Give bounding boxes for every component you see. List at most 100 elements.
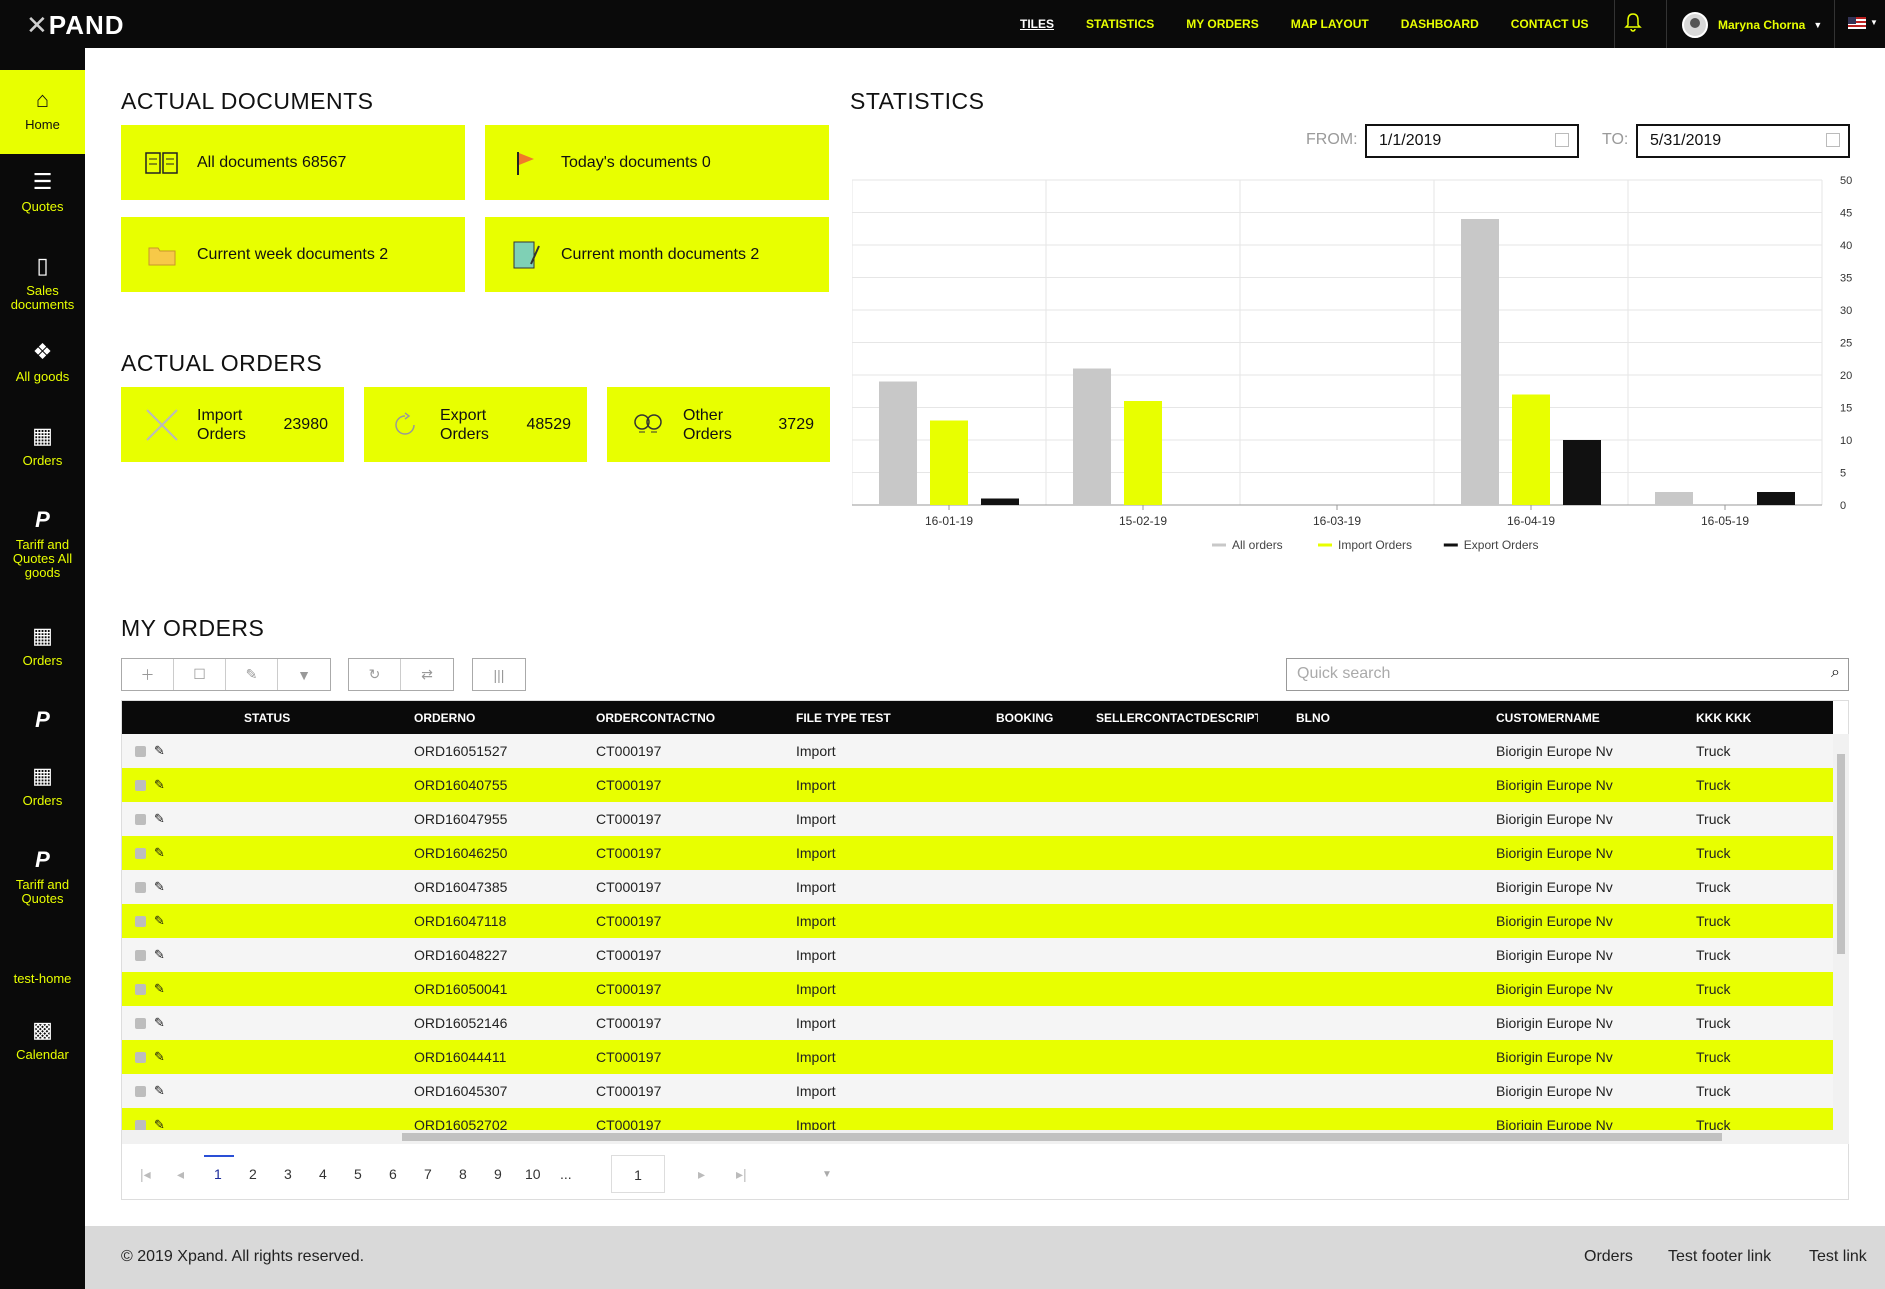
- user-menu[interactable]: Maryna Chorna ▼: [1682, 12, 1822, 38]
- table-row[interactable]: ✎ ORD16052702 CT000197 Import Biorigin Europ…: [122, 1108, 1833, 1130]
- footer-link-test-footer[interactable]: Test footer link: [1668, 1248, 1771, 1266]
- vertical-scrollbar[interactable]: [1833, 734, 1849, 1130]
- sidebar-item-test-home[interactable]: test-home: [0, 972, 85, 986]
- sidebar-item-calendar[interactable]: ▩ Calendar: [0, 1018, 85, 1062]
- quick-search-input[interactable]: Quick search ⌕: [1286, 658, 1849, 691]
- table-row[interactable]: ✎ ORD16044411 CT000197 Import Biorigin Europ…: [122, 1040, 1833, 1074]
- tile-export-orders[interactable]: Export Orders 48529: [364, 387, 587, 462]
- col-sellercontactdescription[interactable]: SELLERCONTACTDESCRIPTIC: [1096, 711, 1258, 725]
- col-ordercontactno[interactable]: ORDERCONTACTNO: [596, 711, 715, 725]
- row-checkbox[interactable]: [135, 848, 146, 859]
- row-checkbox[interactable]: [135, 1052, 146, 1063]
- table-row[interactable]: ✎ ORD16045307 CT000197 Import Biorigin Europ…: [122, 1074, 1833, 1108]
- sidebar-item-orders-3[interactable]: ▦ Orders: [0, 764, 85, 808]
- prev-page-icon[interactable]: ◂: [177, 1166, 184, 1183]
- calendar-icon[interactable]: [1555, 133, 1569, 147]
- page-10[interactable]: 10: [525, 1166, 541, 1182]
- table-row[interactable]: ✎ ORD16046250 CT000197 Import Biorigin Europ…: [122, 836, 1833, 870]
- edit-pencil-icon[interactable]: ✎: [154, 913, 165, 929]
- first-page-icon[interactable]: |◂: [140, 1166, 151, 1183]
- page-number-input[interactable]: 1: [611, 1155, 665, 1193]
- row-checkbox[interactable]: [135, 984, 146, 995]
- nav-tiles[interactable]: TILES: [1020, 17, 1054, 31]
- footer-link-test[interactable]: Test link: [1809, 1248, 1867, 1266]
- table-row[interactable]: ✎ ORD16040755 CT000197 Import Biorigin Europ…: [122, 768, 1833, 802]
- tile-current-week-documents[interactable]: Current week documents 2: [121, 217, 465, 292]
- us-flag-icon[interactable]: [1848, 17, 1866, 29]
- edit-pencil-icon[interactable]: ✎: [154, 879, 165, 895]
- tile-import-orders[interactable]: Import Orders 23980: [121, 387, 344, 462]
- col-kkk[interactable]: KKK KKK: [1696, 711, 1751, 725]
- page-4[interactable]: 4: [319, 1166, 327, 1182]
- page-6[interactable]: 6: [389, 1166, 397, 1182]
- page-9[interactable]: 9: [494, 1166, 502, 1182]
- shuffle-icon[interactable]: ⇄: [401, 659, 453, 690]
- col-status[interactable]: STATUS: [244, 711, 290, 725]
- calendar-icon[interactable]: [1826, 133, 1840, 147]
- tile-current-month-documents[interactable]: Current month documents 2: [485, 217, 829, 292]
- tile-other-orders[interactable]: Other Orders 3729: [607, 387, 830, 462]
- bell-icon[interactable]: [1624, 12, 1642, 38]
- page-8[interactable]: 8: [459, 1166, 467, 1182]
- horizontal-scrollbar[interactable]: [122, 1130, 1849, 1144]
- row-checkbox[interactable]: [135, 916, 146, 927]
- nav-my-orders[interactable]: MY ORDERS: [1186, 17, 1258, 31]
- next-page-icon[interactable]: ▸: [698, 1166, 705, 1183]
- row-checkbox[interactable]: [135, 1018, 146, 1029]
- sidebar-item-tariff-quotes[interactable]: P Tariff and Quotes: [0, 848, 85, 906]
- sidebar-item-orders-2[interactable]: ▦ Orders: [0, 624, 85, 668]
- edit-pencil-icon[interactable]: ✎: [154, 1117, 165, 1130]
- page-3[interactable]: 3: [284, 1166, 292, 1182]
- table-row[interactable]: ✎ ORD16047955 CT000197 Import Biorigin Europ…: [122, 802, 1833, 836]
- last-page-icon[interactable]: ▸|: [736, 1166, 747, 1183]
- tile-all-documents[interactable]: All documents 68567: [121, 125, 465, 200]
- col-orderno[interactable]: ORDERNO: [414, 711, 475, 725]
- sidebar-item-orders[interactable]: ▦ Orders: [0, 424, 85, 468]
- sidebar-item-sales-documents[interactable]: ▯ Sales documents: [0, 254, 85, 312]
- tile-todays-documents[interactable]: Today's documents 0: [485, 125, 829, 200]
- refresh-icon[interactable]: ↻: [349, 659, 401, 690]
- col-booking[interactable]: BOOKING I: [996, 711, 1056, 725]
- edit-pencil-icon[interactable]: ✎: [154, 1049, 165, 1065]
- sidebar-item-all-goods[interactable]: ❖ All goods: [0, 340, 85, 384]
- table-row[interactable]: ✎ ORD16050041 CT000197 Import Biorigin Europ…: [122, 972, 1833, 1006]
- col-blno[interactable]: BLNO: [1296, 711, 1330, 725]
- table-row[interactable]: ✎ ORD16052146 CT000197 Import Biorigin Europ…: [122, 1006, 1833, 1040]
- edit-pencil-icon[interactable]: ✎: [154, 845, 165, 861]
- table-row[interactable]: ✎ ORD16047118 CT000197 Import Biorigin Europ…: [122, 904, 1833, 938]
- sidebar-item-home[interactable]: ⌂ Home: [0, 70, 85, 154]
- row-checkbox[interactable]: [135, 950, 146, 961]
- table-row[interactable]: ✎ ORD16048227 CT000197 Import Biorigin Europ…: [122, 938, 1833, 972]
- plus-icon[interactable]: ＋: [122, 659, 174, 690]
- nav-statistics[interactable]: STATISTICS: [1086, 17, 1154, 31]
- page-5[interactable]: 5: [354, 1166, 362, 1182]
- footer-link-orders[interactable]: Orders: [1584, 1248, 1633, 1266]
- nav-dashboard[interactable]: DASHBOARD: [1401, 17, 1479, 31]
- nav-contact-us[interactable]: CONTACT US: [1511, 17, 1589, 31]
- row-checkbox[interactable]: [135, 1120, 146, 1130]
- row-checkbox[interactable]: [135, 746, 146, 757]
- row-checkbox[interactable]: [135, 780, 146, 791]
- edit-pencil-icon[interactable]: ✎: [154, 1015, 165, 1031]
- sidebar-item-tariff-quotes-all-goods[interactable]: P Tariff and Quotes All goods: [0, 508, 85, 580]
- to-date-input[interactable]: 5/31/2019: [1636, 124, 1850, 158]
- sidebar-item-quotes[interactable]: ☰ Quotes: [0, 170, 85, 214]
- col-customername[interactable]: CUSTOMERNAME: [1496, 711, 1600, 725]
- row-checkbox[interactable]: [135, 882, 146, 893]
- table-row[interactable]: ✎ ORD16051527 CT000197 Import Biorigin Europ…: [122, 734, 1833, 768]
- from-date-input[interactable]: 1/1/2019: [1365, 124, 1579, 158]
- sidebar-item-paypal[interactable]: P: [0, 708, 85, 738]
- edit-pencil-icon[interactable]: ✎: [154, 777, 165, 793]
- page-1[interactable]: 1: [214, 1166, 222, 1182]
- nav-map-layout[interactable]: MAP LAYOUT: [1291, 17, 1369, 31]
- edit-pencil-icon[interactable]: ✎: [154, 811, 165, 827]
- row-checkbox[interactable]: [135, 1086, 146, 1097]
- page-more[interactable]: ...: [560, 1166, 572, 1182]
- page-7[interactable]: 7: [424, 1166, 432, 1182]
- search-icon[interactable]: ⌕: [1831, 664, 1840, 682]
- square-icon[interactable]: ☐: [174, 659, 226, 690]
- edit-pencil-icon[interactable]: ✎: [154, 743, 165, 759]
- edit-pencil-icon[interactable]: ✎: [154, 981, 165, 997]
- columns-icon[interactable]: |||: [473, 659, 525, 690]
- pencil-icon[interactable]: ✎: [226, 659, 278, 690]
